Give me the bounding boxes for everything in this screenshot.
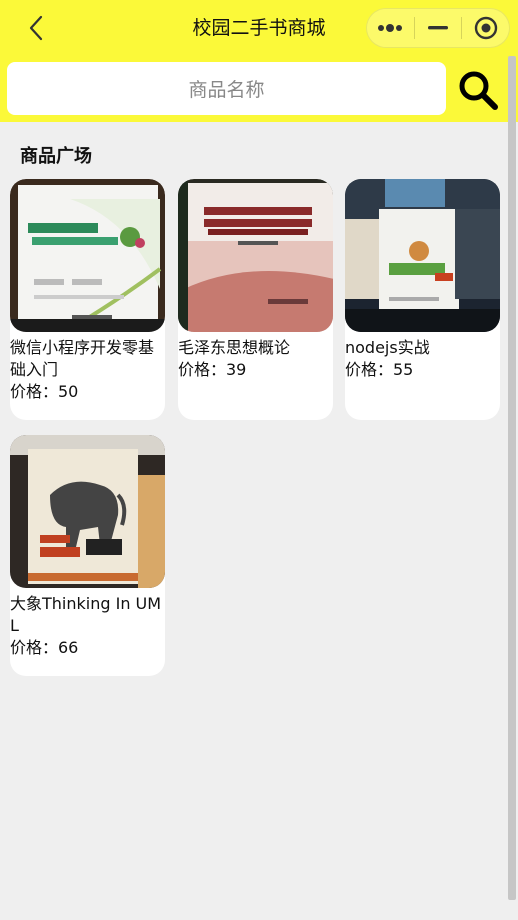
product-card[interactable]: nodejs实战 价格：55 [345,179,500,420]
product-price: 价格：66 [10,638,79,657]
product-name: 微信小程序开发零基础入门 [10,338,155,379]
book-cover-image [10,435,165,588]
product-name: 毛泽东思想概论 [178,338,291,357]
mini-program-capsule [366,8,510,48]
search-button[interactable] [456,68,500,112]
product-price: 价格：39 [178,360,247,379]
search-input[interactable]: 商品名称 [7,62,446,115]
more-dots-icon [378,24,403,32]
book-cover-image [178,179,333,332]
search-placeholder: 商品名称 [188,79,265,101]
product-price: 价格：55 [345,360,414,379]
navigation-bar: 校园二手书商城 [0,0,518,56]
search-bar: 商品名称 [0,56,518,122]
minus-icon [428,26,448,30]
close-button[interactable] [462,9,509,47]
book-cover-image [10,179,165,332]
more-menu-button[interactable] [367,9,414,47]
product-name: nodejs实战 [345,338,430,357]
product-price: 价格：50 [10,382,79,401]
product-card[interactable]: 毛泽东思想概论 价格：39 [178,179,333,420]
product-name: 大象Thinking In UML [10,594,162,635]
scrollbar[interactable] [508,56,516,900]
target-circle-icon [474,16,497,40]
section-title: 商品广场 [20,146,92,167]
book-cover-image [345,179,500,332]
search-icon [459,71,498,110]
minimize-button[interactable] [415,9,462,47]
product-card[interactable]: 微信小程序开发零基础入门 价格：50 [10,179,165,420]
product-card[interactable]: 大象Thinking In UML 价格：66 [10,435,165,676]
